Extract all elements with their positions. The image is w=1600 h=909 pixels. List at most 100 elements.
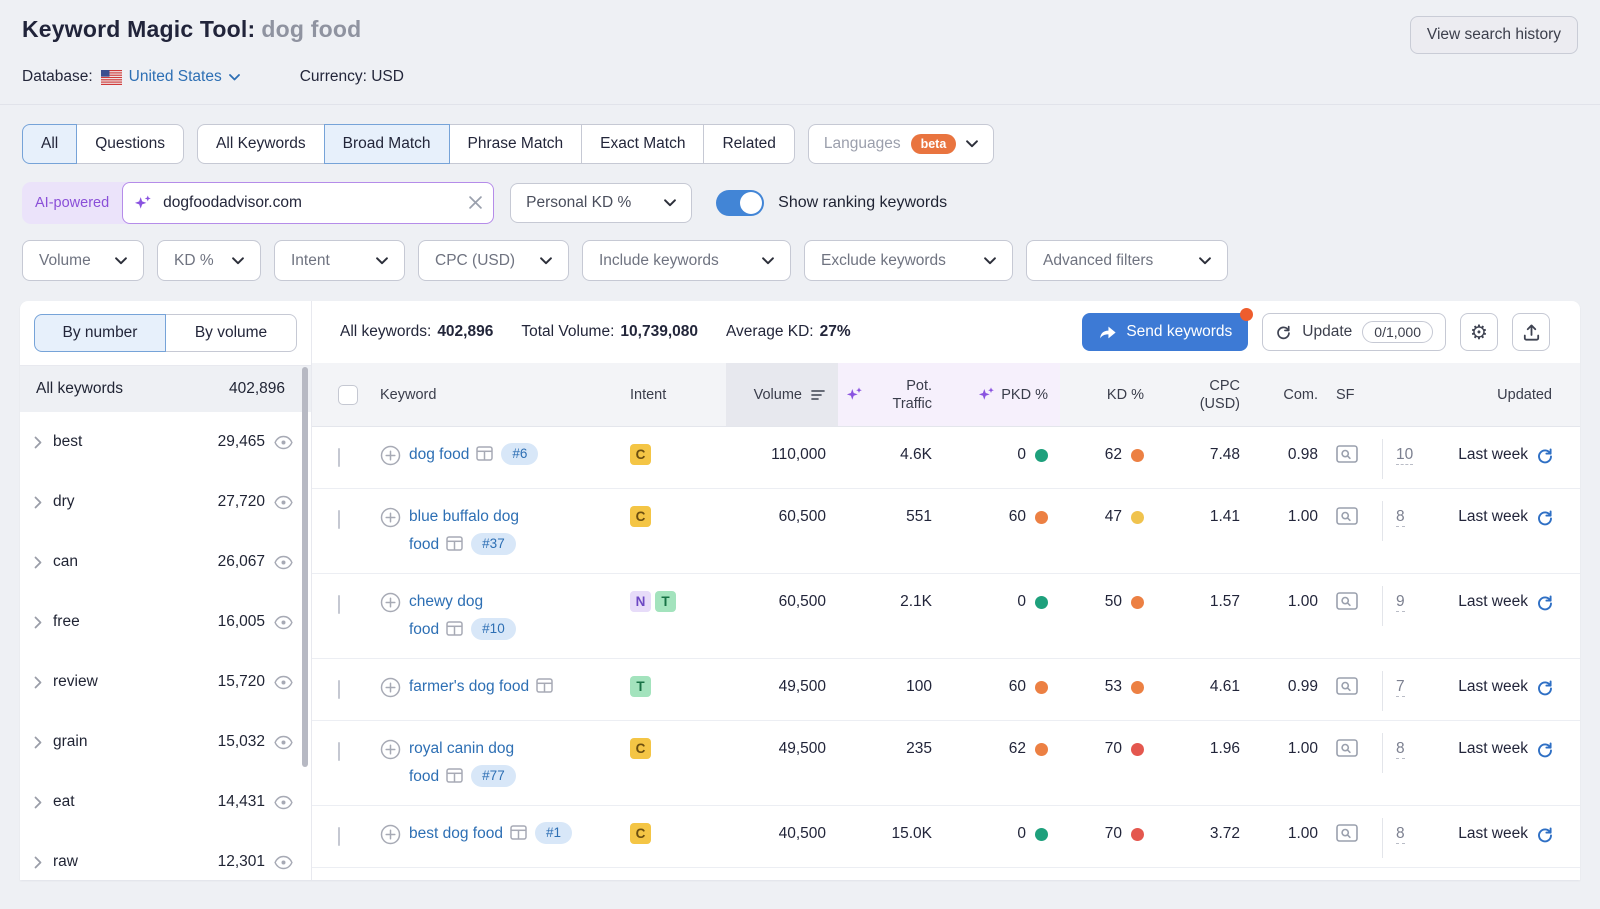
sort-by-volume-button[interactable]: By volume: [165, 314, 297, 352]
add-keyword-icon[interactable]: [380, 445, 401, 466]
keyword-link[interactable]: dog food: [409, 446, 469, 463]
column-header-pkd[interactable]: PKD %: [942, 363, 1060, 426]
clear-input-icon[interactable]: [469, 196, 482, 209]
serp-features-count[interactable]: 8: [1396, 825, 1405, 844]
eye-icon[interactable]: [274, 615, 293, 630]
ranking-position-badge[interactable]: #37: [471, 533, 516, 555]
serp-preview-icon[interactable]: [1336, 824, 1358, 843]
serp-page-icon[interactable]: [510, 825, 527, 840]
row-checkbox[interactable]: [338, 510, 340, 529]
eye-icon[interactable]: [274, 435, 293, 450]
eye-icon[interactable]: [274, 795, 293, 810]
sidebar-group-best[interactable]: best 29,465: [20, 412, 311, 472]
filter-kd[interactable]: KD %: [157, 240, 261, 281]
sidebar-group-dry[interactable]: dry 27,720: [20, 472, 311, 532]
sidebar-scrollbar[interactable]: [302, 367, 308, 767]
refresh-metrics-icon[interactable]: [1536, 679, 1554, 697]
eye-icon[interactable]: [274, 495, 293, 510]
serp-page-icon[interactable]: [446, 621, 463, 636]
ranking-position-badge[interactable]: #6: [501, 443, 538, 465]
serp-preview-icon[interactable]: [1336, 677, 1358, 696]
column-header-com[interactable]: Com.: [1252, 363, 1330, 426]
personal-kd-dropdown[interactable]: Personal KD %: [510, 183, 692, 223]
serp-preview-icon[interactable]: [1336, 739, 1358, 758]
add-keyword-icon[interactable]: [380, 677, 401, 698]
sidebar-group-can[interactable]: can 26,067: [20, 532, 311, 592]
database-selector[interactable]: United States: [129, 68, 240, 86]
refresh-metrics-icon[interactable]: [1536, 826, 1554, 844]
export-button[interactable]: [1512, 313, 1550, 351]
add-keyword-icon[interactable]: [380, 592, 401, 613]
update-button[interactable]: Update 0/1,000: [1262, 313, 1446, 351]
serp-page-icon[interactable]: [536, 678, 553, 693]
serp-preview-icon[interactable]: [1336, 445, 1358, 464]
column-header-kd[interactable]: KD %: [1060, 363, 1156, 426]
serp-features-count[interactable]: 10: [1396, 446, 1413, 465]
ranking-position-badge[interactable]: #77: [471, 765, 516, 787]
domain-search-input[interactable]: [122, 182, 494, 224]
filter-intent[interactable]: Intent: [274, 240, 405, 281]
filter-cpc-usd[interactable]: CPC (USD): [418, 240, 569, 281]
sidebar-group-grain[interactable]: grain 15,032: [20, 712, 311, 772]
tab-related[interactable]: Related: [703, 124, 794, 164]
tab-phrase-match[interactable]: Phrase Match: [449, 124, 583, 164]
languages-dropdown[interactable]: Languages beta: [808, 124, 994, 164]
serp-page-icon[interactable]: [476, 446, 493, 461]
row-checkbox[interactable]: [338, 448, 340, 467]
add-keyword-icon[interactable]: [380, 739, 401, 760]
tab-broad-match[interactable]: Broad Match: [324, 124, 450, 164]
filter-volume[interactable]: Volume: [22, 240, 144, 281]
eye-icon[interactable]: [274, 555, 293, 570]
row-checkbox[interactable]: [338, 742, 340, 761]
refresh-metrics-icon[interactable]: [1536, 447, 1554, 465]
column-header-updated[interactable]: Updated: [1430, 363, 1580, 426]
send-keywords-button[interactable]: Send keywords: [1082, 313, 1248, 351]
sidebar-group-review[interactable]: review 15,720: [20, 652, 311, 712]
refresh-metrics-icon[interactable]: [1536, 741, 1554, 759]
all-keywords-group[interactable]: All keywords 402,896: [20, 366, 311, 412]
serp-features-count[interactable]: 7: [1396, 678, 1405, 697]
column-header-pot-traffic[interactable]: Pot. Traffic: [838, 363, 942, 426]
tab-exact-match[interactable]: Exact Match: [581, 124, 704, 164]
eye-icon[interactable]: [274, 735, 293, 750]
tab-questions[interactable]: Questions: [76, 124, 184, 164]
select-all-checkbox[interactable]: [338, 385, 358, 405]
add-keyword-icon[interactable]: [380, 507, 401, 528]
eye-icon[interactable]: [274, 855, 293, 870]
refresh-metrics-icon[interactable]: [1536, 509, 1554, 527]
settings-gear-button[interactable]: ⚙: [1460, 313, 1498, 351]
sidebar-group-raw[interactable]: raw 12,301: [20, 832, 311, 880]
filter-include-keywords[interactable]: Include keywords: [582, 240, 791, 281]
row-checkbox[interactable]: [338, 827, 340, 846]
tab-all-keywords[interactable]: All Keywords: [197, 124, 325, 164]
serp-page-icon[interactable]: [446, 536, 463, 551]
view-search-history-button[interactable]: View search history: [1410, 16, 1578, 54]
keyword-link[interactable]: best dog food: [409, 825, 503, 842]
sidebar-group-eat[interactable]: eat 14,431: [20, 772, 311, 832]
filter-advanced-filters[interactable]: Advanced filters: [1026, 240, 1228, 281]
sort-by-number-button[interactable]: By number: [34, 314, 166, 352]
serp-features-count[interactable]: 8: [1396, 508, 1405, 527]
serp-page-icon[interactable]: [446, 768, 463, 783]
row-checkbox[interactable]: [338, 680, 340, 699]
add-keyword-icon[interactable]: [380, 824, 401, 845]
row-checkbox[interactable]: [338, 595, 340, 614]
serp-features-count[interactable]: 9: [1396, 593, 1405, 612]
serp-preview-icon[interactable]: [1336, 592, 1358, 611]
column-header-volume[interactable]: Volume: [726, 363, 838, 426]
show-ranking-keywords-toggle[interactable]: [716, 190, 764, 216]
column-header-sf[interactable]: SF: [1330, 363, 1382, 426]
keyword-link[interactable]: farmer's dog food: [409, 678, 529, 695]
column-header-cpc[interactable]: CPC (USD): [1156, 363, 1252, 426]
serp-preview-icon[interactable]: [1336, 507, 1358, 526]
serp-features-count[interactable]: 8: [1396, 740, 1405, 759]
column-header-intent[interactable]: Intent: [630, 363, 726, 426]
tab-all[interactable]: All: [22, 124, 77, 164]
eye-icon[interactable]: [274, 675, 293, 690]
sidebar-group-free[interactable]: free 16,005: [20, 592, 311, 652]
column-header-keyword[interactable]: Keyword: [368, 363, 630, 426]
refresh-metrics-icon[interactable]: [1536, 594, 1554, 612]
ranking-position-badge[interactable]: #10: [471, 618, 516, 640]
ranking-position-badge[interactable]: #1: [535, 822, 572, 844]
filter-exclude-keywords[interactable]: Exclude keywords: [804, 240, 1013, 281]
